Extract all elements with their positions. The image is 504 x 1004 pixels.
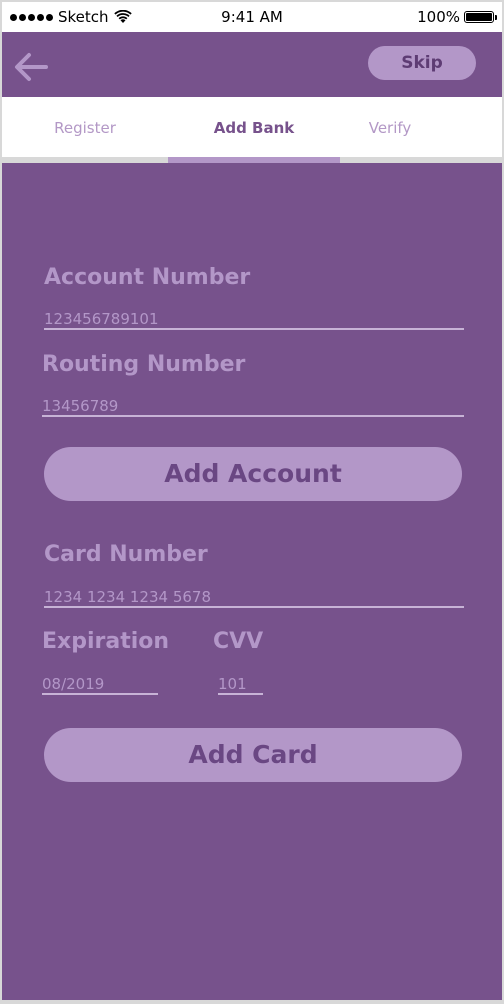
routing-number-input[interactable]: 13456789	[42, 395, 464, 417]
skip-button[interactable]: Skip	[368, 46, 476, 80]
nav-bar: Skip	[2, 32, 502, 97]
add-card-button[interactable]: Add Card	[44, 728, 462, 782]
active-tab-indicator	[168, 157, 340, 163]
routing-number-label: Routing Number	[42, 352, 246, 377]
tab-add-bank[interactable]: Add Bank	[168, 97, 340, 157]
add-account-button[interactable]: Add Account	[44, 447, 462, 501]
card-number-label: Card Number	[44, 542, 208, 567]
expiration-label: Expiration	[42, 629, 170, 654]
status-right: 100%	[417, 8, 497, 26]
tab-verify[interactable]: Verify	[340, 97, 440, 157]
battery-level	[466, 13, 492, 21]
arrow-left-icon	[15, 53, 48, 81]
cvv-label: CVV	[213, 629, 264, 654]
account-number-label: Account Number	[44, 265, 251, 290]
back-button[interactable]	[10, 50, 54, 84]
status-bar: Sketch 9:41 AM 100%	[2, 2, 502, 32]
cvv-input[interactable]: 101	[218, 673, 263, 695]
card-number-input[interactable]: 1234 1234 1234 5678	[44, 586, 464, 608]
battery-percent: 100%	[417, 8, 460, 26]
add-bank-screen: Sketch 9:41 AM 100% Skip Register Add Ba…	[2, 2, 502, 1000]
step-tabs: Register Add Bank Verify	[2, 97, 502, 163]
battery-icon	[464, 11, 497, 23]
tab-register[interactable]: Register	[2, 97, 168, 157]
expiration-input[interactable]: 08/2019	[42, 673, 158, 695]
account-number-input[interactable]: 123456789101	[44, 308, 464, 330]
